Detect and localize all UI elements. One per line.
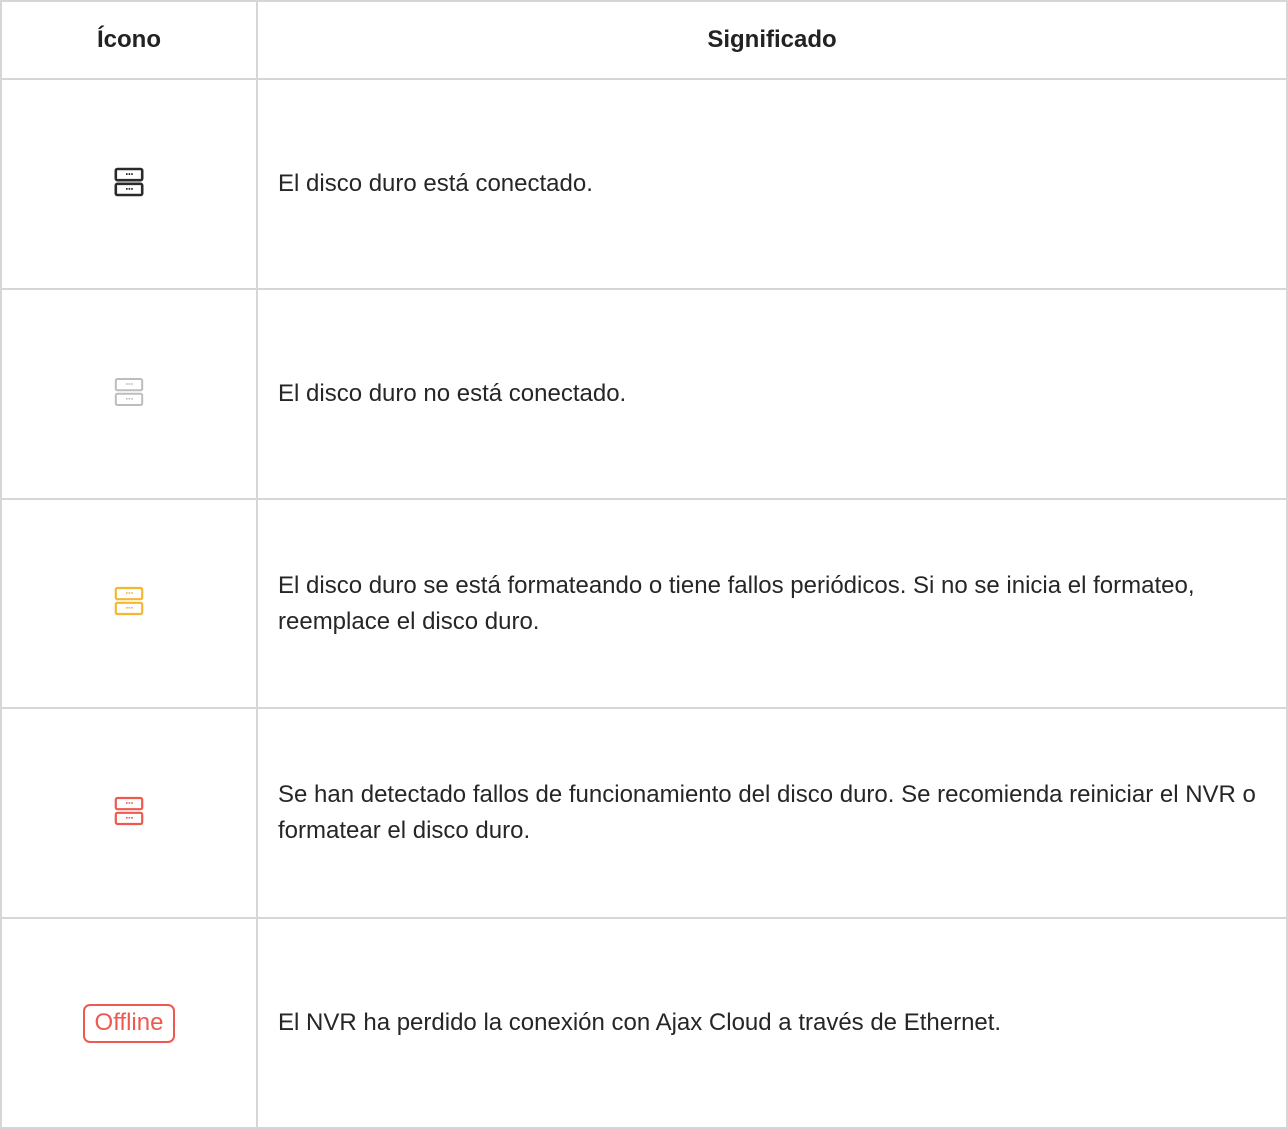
- header-icon-column: Ícono: [0, 0, 258, 80]
- table-row: Offline El NVR ha perdido la conexión co…: [0, 917, 1288, 1129]
- icon-cell: Offline: [0, 917, 258, 1129]
- meaning-cell: El NVR ha perdido la conexión con Ajax C…: [256, 917, 1288, 1129]
- meaning-cell: El disco duro no está conectado.: [256, 288, 1288, 500]
- offline-badge: Offline: [82, 1003, 176, 1043]
- table-row: Se han detectado fallos de funcionamient…: [0, 707, 1288, 919]
- hdd-disconnected-icon: [114, 377, 144, 406]
- table-row: El disco duro se está formateando o tien…: [0, 498, 1288, 709]
- icon-cell: [0, 707, 258, 919]
- meaning-cell: El disco duro se está formateando o tien…: [256, 498, 1288, 709]
- icon-cell: [0, 78, 258, 290]
- icon-meaning-table: Ícono Significado El disco duro está con…: [0, 0, 1288, 1129]
- hdd-connected-icon: [114, 167, 144, 196]
- icon-cell: [0, 288, 258, 500]
- header-meaning-column: Significado: [256, 0, 1288, 80]
- hdd-formatting-icon: [114, 586, 144, 616]
- hdd-error-icon: [114, 796, 144, 825]
- table-row: El disco duro no está conectado.: [0, 288, 1288, 500]
- icon-cell: [0, 498, 258, 709]
- table-row: El disco duro está conectado.: [0, 78, 1288, 290]
- meaning-cell: Se han detectado fallos de funcionamient…: [256, 707, 1288, 919]
- table-header-row: Ícono Significado: [0, 0, 1288, 80]
- meaning-cell: El disco duro está conectado.: [256, 78, 1288, 290]
